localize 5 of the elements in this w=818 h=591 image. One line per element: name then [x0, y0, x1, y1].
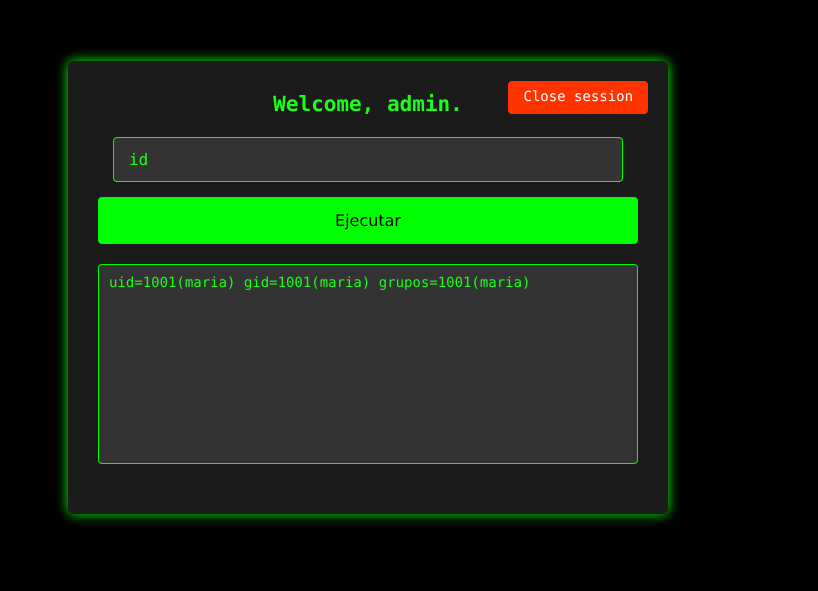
command-field[interactable]: id: [113, 137, 623, 182]
close-session-button[interactable]: Close session: [508, 81, 648, 114]
run-button[interactable]: Ejecutar: [98, 197, 638, 244]
output-area[interactable]: uid=1001(maria) gid=1001(maria) grupos=1001(maria): [98, 264, 638, 464]
welcome-heading: Welcome, admin.: [273, 91, 463, 118]
